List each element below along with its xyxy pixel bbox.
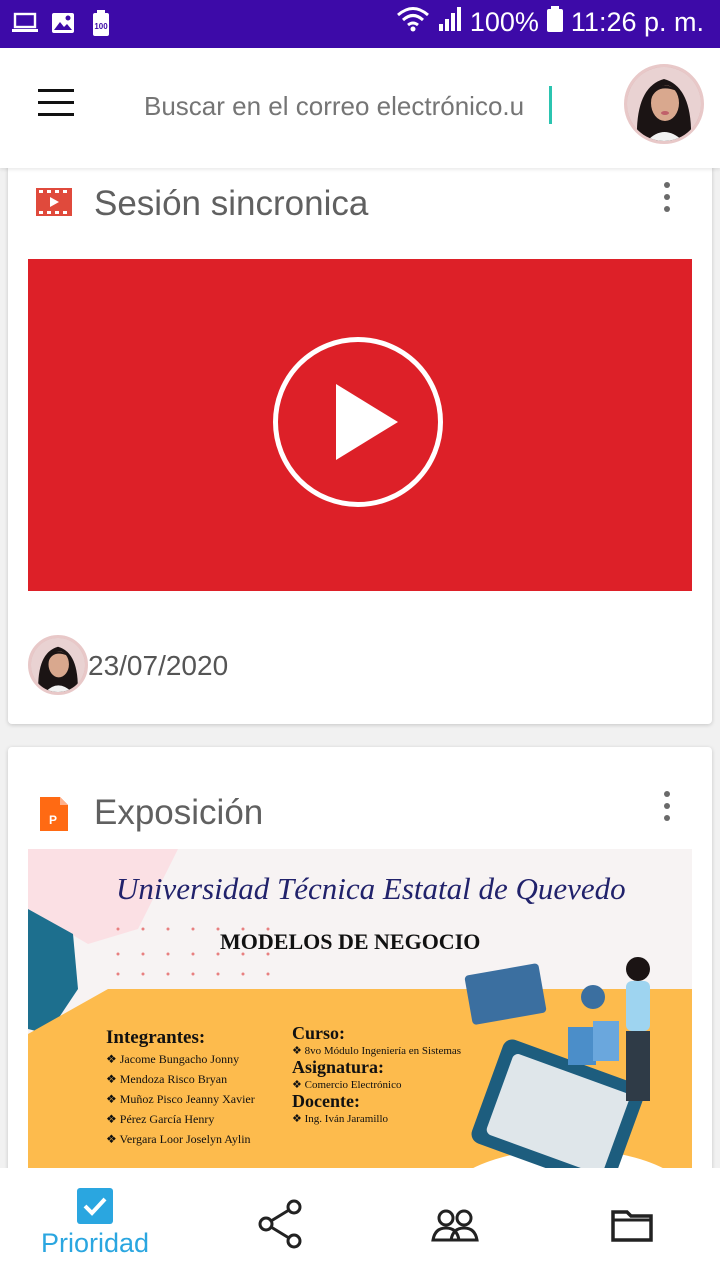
- slide-university: Universidad Técnica Estatal de Quevedo: [116, 871, 626, 906]
- video-file-icon: [36, 188, 72, 221]
- docente: ❖ Ing. Iván Jaramillo: [292, 1113, 389, 1125]
- people-icon: [431, 1208, 479, 1244]
- integrantes-label: Integrantes:: [106, 1027, 206, 1048]
- slide-integrantes: Integrantes: ❖ Jacome Bungacho Jonny ❖ M…: [106, 1027, 255, 1149]
- text-cursor: [549, 86, 552, 124]
- play-button-icon[interactable]: [273, 337, 443, 507]
- integrante: ❖ Jacome Bungacho Jonny: [106, 1052, 240, 1066]
- post-date: 23/07/2020: [88, 650, 229, 681]
- integrante: ❖ Mendoza Risco Bryan: [106, 1072, 228, 1086]
- checkbox-icon: [77, 1188, 113, 1224]
- slide-course-info: Curso: ❖ 8vo Módulo Ingeniería en Sistem…: [292, 1023, 461, 1125]
- laptop-icon: [12, 10, 38, 36]
- author-avatar: [28, 635, 88, 695]
- svg-text:100: 100: [94, 22, 108, 31]
- battery-100-icon: 100: [88, 10, 114, 36]
- nav-item-people[interactable]: [385, 1184, 525, 1274]
- status-bar: 100 100% 11:26 p. m.: [0, 0, 720, 48]
- card-title[interactable]: Sesión sincronica: [94, 184, 368, 224]
- svg-text:P: P: [49, 813, 57, 827]
- battery-icon: [546, 6, 563, 39]
- battery-percent: 100%: [469, 7, 539, 37]
- share-icon: [256, 1198, 304, 1250]
- slide-heading: MODELOS DE NEGOCIO: [220, 929, 481, 954]
- nav-item-share[interactable]: [210, 1184, 350, 1274]
- more-options-icon[interactable]: [662, 791, 672, 827]
- search-input[interactable]: [144, 86, 604, 126]
- integrantes-list: ❖ Jacome Bungacho Jonny ❖ Mendoza Risco …: [106, 1049, 255, 1149]
- nav-label: Prioridad: [40, 1228, 150, 1258]
- video-thumbnail[interactable]: [28, 259, 692, 591]
- asignatura: ❖ Comercio Electrónico: [292, 1079, 402, 1091]
- integrante: ❖ Vergara Loor Joselyn Aylin: [106, 1132, 251, 1146]
- integrante: ❖ Muñoz Pisco Jeanny Xavier: [106, 1092, 255, 1106]
- bottom-navigation: Prioridad: [0, 1168, 720, 1280]
- integrante: ❖ Pérez García Henry: [106, 1112, 215, 1126]
- stream-card-video[interactable]: Sesión sincronica 23/07/2020: [8, 150, 712, 724]
- image-icon: [50, 10, 76, 36]
- curso-label: Curso:: [292, 1023, 345, 1043]
- asignatura-label: Asignatura:: [292, 1057, 385, 1077]
- top-app-bar: [0, 48, 720, 168]
- nav-item-prioridad[interactable]: Prioridad: [25, 1184, 165, 1274]
- status-right: 100% 11:26 p. m.: [396, 6, 704, 39]
- signal-icon: [438, 6, 462, 39]
- folder-icon: [611, 1208, 653, 1242]
- nav-item-folder[interactable]: [562, 1184, 702, 1274]
- status-left-icons: 100: [12, 10, 114, 36]
- curso: ❖ 8vo Módulo Ingeniería en Sistemas: [292, 1045, 462, 1057]
- powerpoint-file-icon: P: [40, 797, 68, 836]
- card-title[interactable]: Exposición: [94, 793, 263, 833]
- profile-avatar[interactable]: [624, 64, 704, 144]
- more-options-icon[interactable]: [662, 182, 672, 218]
- hamburger-menu-icon[interactable]: [36, 86, 76, 120]
- docente-label: Docente:: [292, 1091, 360, 1111]
- wifi-icon: [396, 6, 430, 39]
- clock: 11:26 p. m.: [570, 7, 704, 37]
